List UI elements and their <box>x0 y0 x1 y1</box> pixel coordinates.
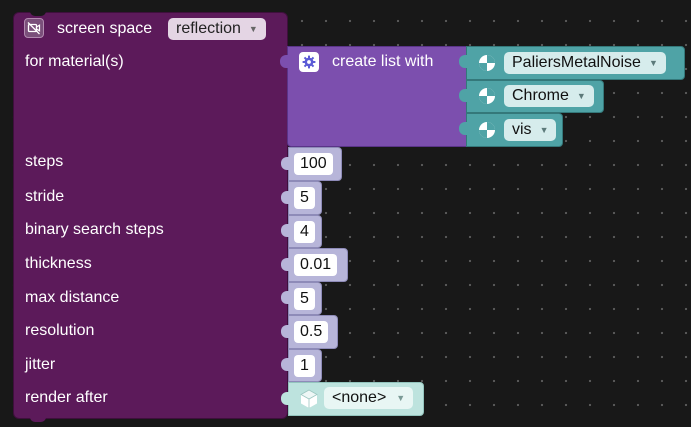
max-distance-value[interactable]: 5 <box>294 288 315 310</box>
block-previous-connector <box>30 11 46 16</box>
material-sphere-icon <box>478 54 496 77</box>
number-block-stride[interactable]: 5 <box>288 181 322 215</box>
label-steps: steps <box>25 153 64 170</box>
material-output-connector <box>459 122 467 135</box>
label-max-distance: max distance <box>25 289 120 306</box>
number-block-steps[interactable]: 100 <box>288 147 342 181</box>
label-render-after: render after <box>25 389 108 406</box>
camera-off-icon[interactable] <box>24 18 44 38</box>
material-output-connector <box>459 55 467 68</box>
material-sphere-icon <box>478 87 496 110</box>
number-connector <box>281 191 289 204</box>
number-block-max-distance[interactable]: 5 <box>288 282 322 315</box>
material-dropdown[interactable]: vis ▼ <box>504 119 557 141</box>
material-name: vis <box>512 121 532 138</box>
list-output-connector <box>280 55 289 68</box>
number-connector <box>281 325 289 338</box>
number-block-resolution[interactable]: 0.5 <box>288 315 338 349</box>
label-thickness: thickness <box>25 255 92 272</box>
block-title: screen space <box>57 20 153 37</box>
label-resolution: resolution <box>25 322 95 339</box>
jitter-value[interactable]: 1 <box>294 355 315 377</box>
gear-icon[interactable] <box>299 52 319 72</box>
number-connector <box>281 291 289 304</box>
mode-dropdown[interactable]: reflection ▼ <box>168 18 266 40</box>
label-stride: stride <box>25 188 65 205</box>
material-dropdown[interactable]: Chrome ▼ <box>504 85 594 107</box>
render-after-dropdown[interactable]: <none> ▼ <box>324 387 414 409</box>
number-block-binary-search-steps[interactable]: 4 <box>288 215 322 248</box>
dropdown-arrow-icon: ▼ <box>248 24 258 34</box>
dropdown-arrow-icon: ▼ <box>539 125 549 135</box>
material-block[interactable]: PaliersMetalNoise ▼ <box>466 46 685 80</box>
create-list-label: create list with <box>332 53 434 70</box>
number-block-thickness[interactable]: 0.01 <box>288 248 348 282</box>
number-block-jitter[interactable]: 1 <box>288 349 322 382</box>
label-binary-search-steps: binary search steps <box>25 221 164 238</box>
material-name: PaliersMetalNoise <box>512 54 641 71</box>
material-name: Chrome <box>512 87 569 104</box>
label-jitter: jitter <box>25 356 56 373</box>
number-connector <box>281 258 289 271</box>
thickness-value[interactable]: 0.01 <box>294 254 338 276</box>
stride-value[interactable]: 5 <box>294 187 315 209</box>
binary-search-steps-value[interactable]: 4 <box>294 221 315 243</box>
material-sphere-icon <box>478 121 496 144</box>
mode-value: reflection <box>176 20 241 37</box>
dropdown-arrow-icon: ▼ <box>648 58 658 68</box>
number-connector <box>281 157 289 170</box>
block-next-connector <box>30 417 46 422</box>
dropdown-arrow-icon: ▼ <box>576 91 586 101</box>
material-block[interactable]: Chrome ▼ <box>466 80 604 113</box>
number-connector <box>281 224 289 237</box>
material-dropdown[interactable]: PaliersMetalNoise ▼ <box>504 52 666 74</box>
cube-icon <box>298 388 320 410</box>
steps-value[interactable]: 100 <box>294 153 333 175</box>
material-block[interactable]: vis ▼ <box>466 113 563 147</box>
render-after-connector <box>281 392 289 405</box>
material-output-connector <box>459 89 467 102</box>
resolution-value[interactable]: 0.5 <box>294 321 329 343</box>
number-connector <box>281 358 289 371</box>
dropdown-arrow-icon: ▼ <box>396 393 406 403</box>
render-after-value: <none> <box>332 389 387 406</box>
label-materials: for material(s) <box>25 53 124 70</box>
